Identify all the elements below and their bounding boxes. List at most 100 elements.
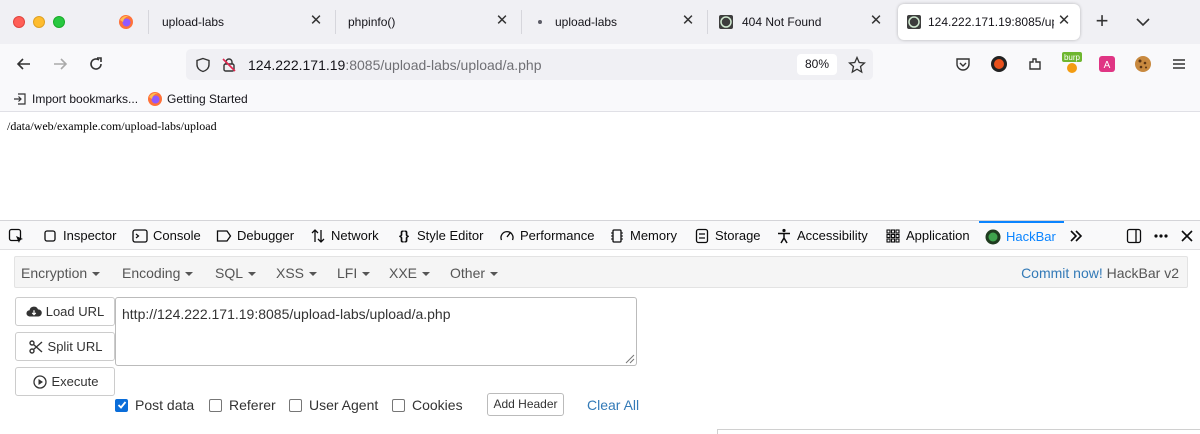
tab-performance[interactable]: Performance <box>499 221 594 250</box>
tab-label: Storage <box>715 228 761 243</box>
pinned-tab-firefox[interactable] <box>104 0 148 44</box>
more-tools-button[interactable] <box>1068 221 1084 250</box>
application-icon <box>885 228 901 244</box>
close-window-button[interactable] <box>13 16 25 28</box>
pocket-button[interactable] <box>952 53 974 75</box>
load-url-button[interactable]: Load URL <box>15 297 115 326</box>
element-picker-button[interactable] <box>8 221 29 250</box>
user-agent-checkbox[interactable]: User Agent <box>289 397 378 413</box>
tab-label: HackBar <box>1006 229 1056 244</box>
button-label: Load URL <box>45 304 105 319</box>
scissors-icon <box>28 339 44 355</box>
tab-inspector[interactable]: Inspector <box>42 221 116 250</box>
tab-label: upload-labs <box>555 15 618 29</box>
extensions-button[interactable] <box>1024 53 1046 75</box>
tab-storage[interactable]: Storage <box>694 221 761 250</box>
url-textarea[interactable]: http://124.222.171.19:8085/upload-labs/u… <box>115 297 637 366</box>
clear-all-link[interactable]: Clear All <box>587 397 639 413</box>
close-devtools-button[interactable] <box>1180 221 1194 250</box>
cookie-extension-button[interactable] <box>1132 53 1154 75</box>
execute-button[interactable]: Execute <box>15 367 115 396</box>
cookies-checkbox[interactable]: Cookies <box>392 397 463 413</box>
svg-text:burp: burp <box>1064 53 1081 62</box>
shield-icon[interactable] <box>195 57 211 73</box>
commit-now-link[interactable]: Commit now! <box>1021 265 1103 281</box>
menu-other[interactable]: Other <box>450 265 499 281</box>
maximize-window-button[interactable] <box>53 16 65 28</box>
caret-down-icon <box>185 272 194 277</box>
memory-icon <box>609 228 625 244</box>
post-data-checkbox[interactable]: Post data <box>115 397 194 413</box>
insecure-lock-icon[interactable] <box>221 57 237 73</box>
tab-label: Performance <box>520 228 595 243</box>
hackbar-commit-info: Commit now! HackBar v2 <box>1021 265 1179 281</box>
bookmark-import[interactable]: Import bookmarks... <box>12 90 138 108</box>
checkbox-unchecked-icon[interactable] <box>209 398 222 412</box>
checkbox-label: Cookies <box>412 397 463 413</box>
tab-close-icon[interactable]: ✕ <box>308 13 324 29</box>
menu-xss[interactable]: XSS <box>276 265 318 281</box>
checkbox-checked-icon[interactable] <box>115 398 128 412</box>
translate-extension-button[interactable]: A <box>1096 53 1118 75</box>
tab-hackbar[interactable]: HackBar <box>979 221 1064 250</box>
tab-memory[interactable]: Memory <box>609 221 677 250</box>
tab-network[interactable]: Network <box>310 221 379 250</box>
menu-encoding[interactable]: Encoding <box>122 265 194 281</box>
tab-close-icon[interactable]: ✕ <box>868 13 884 29</box>
referer-checkbox[interactable]: Referer <box>209 397 276 413</box>
add-header-button[interactable]: Add Header <box>487 393 564 416</box>
firefox-icon <box>147 91 163 107</box>
url-bar[interactable]: 124.222.171.19:8085/upload-labs/upload/a… <box>186 49 873 80</box>
dock-toggle-button[interactable] <box>1126 221 1142 250</box>
tab-phpinfo[interactable]: phpinfo() ✕ <box>336 4 518 40</box>
forward-button[interactable] <box>48 52 72 76</box>
url-text[interactable]: 124.222.171.19:8085/upload-labs/upload/a… <box>248 57 542 73</box>
checkbox-unchecked-icon[interactable] <box>289 398 302 412</box>
close-icon <box>1181 229 1193 242</box>
reload-button[interactable] <box>84 52 108 76</box>
resize-handle-icon[interactable] <box>624 353 635 364</box>
tab-label: upload-labs <box>162 15 225 29</box>
tab-upload-labs-1[interactable]: upload-labs ✕ <box>150 4 332 40</box>
menu-lfi[interactable]: LFI <box>337 265 371 281</box>
url-host: 124.222.171.19 <box>248 57 346 73</box>
list-all-tabs-button[interactable] <box>1133 12 1153 32</box>
tab-style-editor[interactable]: {} Style Editor <box>396 221 484 250</box>
forward-arrow-icon <box>54 58 68 70</box>
tab-application[interactable]: Application <box>885 221 970 250</box>
menu-label: SQL <box>215 265 244 281</box>
app-menu-button[interactable] <box>1168 53 1190 75</box>
burp-extension-button[interactable] <box>988 53 1010 75</box>
url-path: :8085/upload-labs/upload/a.php <box>345 57 542 73</box>
menu-label: LFI <box>337 265 358 281</box>
tab-label: Inspector <box>63 228 117 243</box>
style-editor-icon: {} <box>398 228 410 243</box>
tab-accessibility[interactable]: Accessibility <box>776 221 868 250</box>
menu-label: Encryption <box>21 265 88 281</box>
tab-upload-labs-2[interactable]: upload-labs ✕ <box>522 4 704 40</box>
menu-xxe[interactable]: XXE <box>389 265 431 281</box>
tab-debugger[interactable]: Debugger <box>216 221 294 250</box>
share-icon <box>1029 58 1041 70</box>
tab-active[interactable]: 124.222.171.19:8085/upl ✕ <box>898 4 1080 40</box>
tab-label: 404 Not Found <box>742 15 822 29</box>
tab-close-icon[interactable]: ✕ <box>494 13 510 29</box>
back-button[interactable] <box>12 52 36 76</box>
new-tab-button[interactable]: + <box>1092 10 1112 32</box>
split-url-button[interactable]: Split URL <box>15 332 115 361</box>
menu-encryption[interactable]: Encryption <box>21 265 101 281</box>
tab-console[interactable]: Console <box>132 221 201 250</box>
tab-close-icon[interactable]: ✕ <box>1056 13 1072 29</box>
checkbox-unchecked-icon[interactable] <box>392 398 405 412</box>
tab-404-not-found[interactable]: 404 Not Found ✕ <box>710 4 892 40</box>
bookmark-star-icon[interactable] <box>848 56 866 74</box>
performance-icon <box>499 228 515 244</box>
import-icon <box>12 91 28 107</box>
bookmark-getting-started[interactable]: Getting Started <box>147 90 248 108</box>
menu-sql[interactable]: SQL <box>215 265 257 281</box>
devtools-options-button[interactable] <box>1153 221 1169 250</box>
zoom-level-badge[interactable]: 80% <box>797 54 837 75</box>
burp-suite-extension-button[interactable]: burp <box>1060 51 1084 75</box>
tab-close-icon[interactable]: ✕ <box>680 13 696 29</box>
minimize-window-button[interactable] <box>33 16 45 28</box>
